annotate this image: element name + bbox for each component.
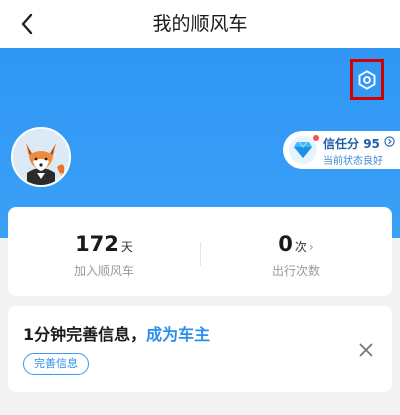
avatar[interactable]	[11, 127, 71, 187]
trip-count-value: 0	[278, 232, 293, 256]
days-joined-unit: 天	[120, 240, 133, 254]
settings-button[interactable]	[350, 59, 384, 100]
stats-card: 172 天 加入顺风车 0 次 › 出行次数	[8, 207, 392, 296]
navigation-bar: 我的顺风车	[0, 0, 400, 48]
stat-days-joined: 172 天 加入顺风车	[8, 207, 200, 296]
days-joined-label: 加入顺风车	[73, 264, 134, 278]
trip-count-unit: 次	[294, 240, 307, 254]
trust-score-badge[interactable]: 信任分 95 当前状态良好	[283, 131, 400, 169]
become-driver-card: 1分钟完善信息，成为车主 完善信息	[8, 306, 392, 392]
trust-badge	[289, 136, 317, 164]
diamond-icon	[294, 141, 312, 158]
stat-trip-count[interactable]: 0 次 › 出行次数	[200, 207, 392, 296]
chevron-right-circle-icon	[384, 136, 395, 147]
complete-info-button[interactable]: 完善信息	[23, 353, 89, 375]
trip-count-label: 出行次数	[271, 264, 320, 278]
trust-score-label: 信任分	[323, 137, 360, 151]
trust-score-value: 95	[363, 137, 380, 151]
close-button[interactable]	[354, 338, 378, 362]
promo-message: 1分钟完善信息，成为车主	[23, 321, 210, 345]
promo-text: 1分钟完善信息，	[23, 325, 147, 344]
chevron-right-icon: ›	[308, 240, 314, 254]
trust-status: 当前状态良好	[323, 156, 383, 167]
notification-dot	[313, 135, 319, 141]
gear-icon	[358, 69, 376, 90]
fox-avatar-icon	[13, 129, 69, 185]
days-joined-value: 172	[75, 232, 119, 256]
close-icon	[359, 343, 373, 357]
page-title: 我的顺风车	[152, 13, 248, 35]
become-driver-link[interactable]: 成为车主	[146, 325, 210, 344]
trust-score: 信任分 95	[323, 135, 380, 152]
